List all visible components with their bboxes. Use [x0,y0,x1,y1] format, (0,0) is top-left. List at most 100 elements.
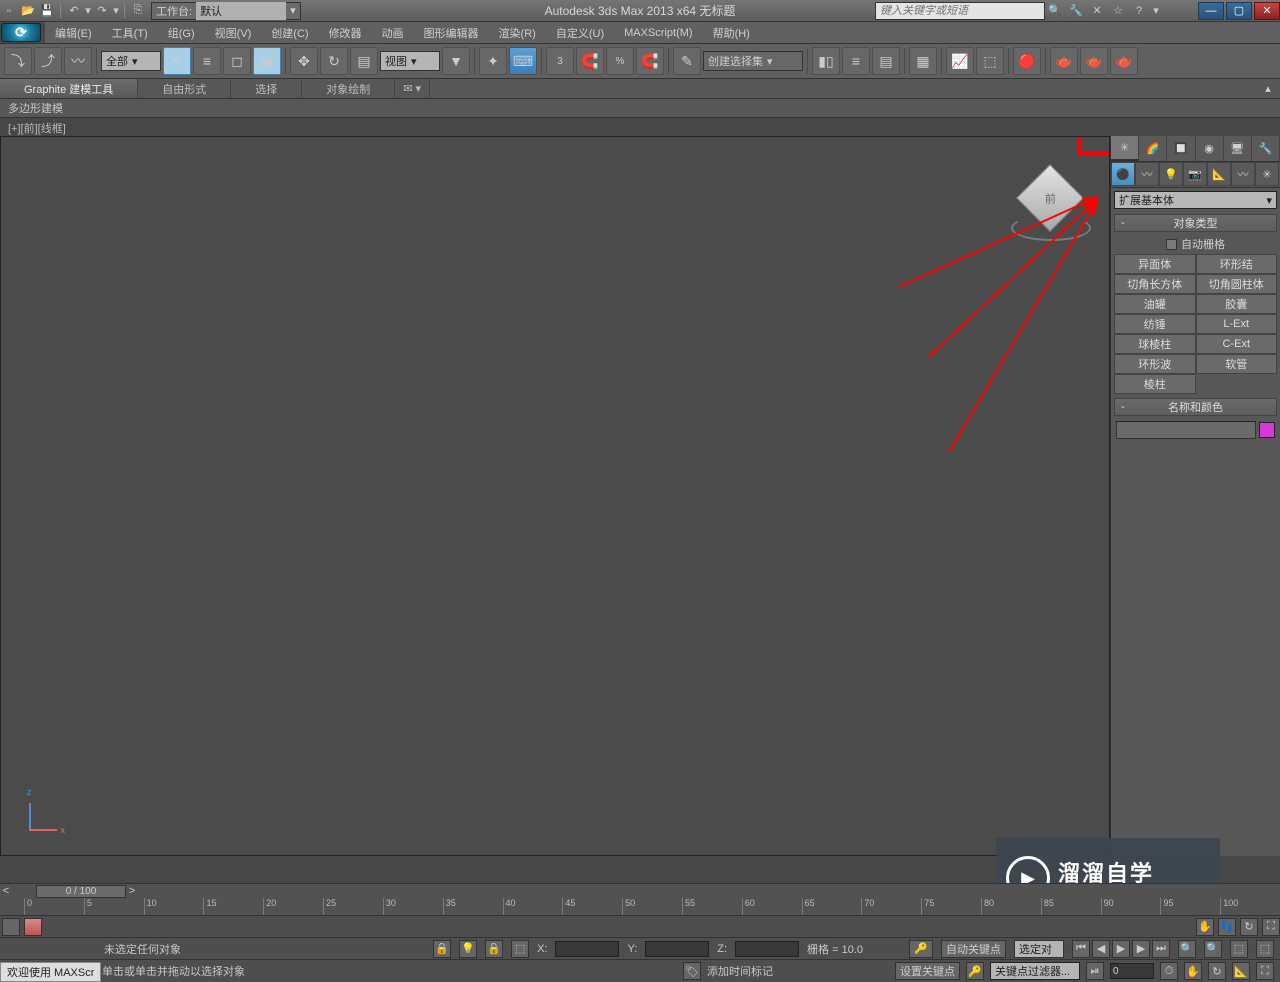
obj-gengon[interactable]: 球棱柱 [1114,334,1196,354]
zoom-all-icon[interactable]: 🔍 [1204,940,1222,958]
use-pivot-center-icon[interactable]: ▼ [442,47,470,75]
menu-animation[interactable]: 动画 [372,22,414,43]
edit-named-sel-icon[interactable]: ✎ [673,47,701,75]
help-search[interactable] [875,2,1045,20]
bind-spacewarp-icon[interactable]: 〰 [64,47,92,75]
search-icon[interactable]: 🔍 [1047,3,1063,19]
project-icon[interactable]: ⎘ [129,2,147,20]
motion-tab-icon[interactable]: ◉ [1196,136,1224,161]
ribbon-tab-selection[interactable]: 选择 [231,79,302,98]
favorite-icon[interactable]: ☆ [1110,3,1126,19]
nav-walk-icon[interactable]: 👣 [1218,918,1236,936]
menu-customize[interactable]: 自定义(U) [546,22,614,43]
angle-snap-icon[interactable]: 🧲 [576,47,604,75]
systems-cat-icon[interactable]: ✳ [1255,162,1279,186]
track-mini-curve-icon[interactable] [24,918,42,936]
absolute-transform-icon[interactable]: ⬚ [511,940,529,958]
select-object-icon[interactable]: ↖ [163,47,191,75]
obj-hedra[interactable]: 异面体 [1114,254,1196,274]
menu-group[interactable]: 组(G) [158,22,205,43]
move-icon[interactable]: ✥ [290,47,318,75]
layer-manager-icon[interactable]: ▤ [872,47,900,75]
time-slider[interactable]: 0 / 100 [36,885,126,898]
coord-y-input[interactable] [645,941,709,957]
ref-coord-dropdown[interactable]: 视图▾ [380,51,440,71]
create-tab-icon[interactable]: ✳ [1111,136,1139,161]
spinner-snap-icon[interactable]: 🧲 [636,47,664,75]
lock-selection-icon[interactable]: 🔒 [433,940,451,958]
menu-views[interactable]: 视图(V) [205,22,262,43]
exchange-icon[interactable]: ✕ [1089,3,1105,19]
rollout-name-color[interactable]: -名称和颜色 [1114,398,1277,416]
goto-end-icon[interactable]: ⏭ [1152,940,1170,958]
time-prev-icon[interactable]: < [0,885,12,897]
max-toggle-icon[interactable]: ⛶ [1256,962,1274,980]
key-mode-icon[interactable]: 🔑 [909,940,933,958]
prev-frame-icon[interactable]: ◀ [1092,940,1110,958]
current-frame-spinner[interactable]: 0 [1110,963,1154,979]
time-next-icon[interactable]: > [126,885,138,897]
nav-orbit-icon[interactable]: ↻ [1240,918,1258,936]
curve-editor-icon[interactable]: 📈 [946,47,974,75]
obj-lext[interactable]: L-Ext [1196,314,1278,334]
spacewarps-cat-icon[interactable]: 〰 [1231,162,1255,186]
undo-icon[interactable]: ↶ [65,2,83,20]
selection-lock-icon[interactable]: 🔒 [485,940,503,958]
pan2-icon[interactable]: ✋ [1184,962,1202,980]
named-selection-dropdown[interactable]: 创建选择集▾ [703,51,803,71]
autogrid-row[interactable]: 自动栅格 [1114,234,1277,254]
menu-maxscript[interactable]: MAXScript(M) [614,22,702,43]
lights-cat-icon[interactable]: 💡 [1159,162,1183,186]
window-crossing-icon[interactable]: ▣ [253,47,281,75]
menu-help[interactable]: 帮助(H) [703,22,760,43]
display-tab-icon[interactable]: 🖥 [1224,136,1252,161]
search-input[interactable] [875,2,1045,20]
obj-chamferbox[interactable]: 切角长方体 [1114,274,1196,294]
align-icon[interactable]: ≡ [842,47,870,75]
goto-start-icon[interactable]: ⏮ [1072,940,1090,958]
coord-z-input[interactable] [735,941,799,957]
key-filter-dropdown[interactable]: 关键点过滤器... [990,962,1080,980]
obj-chamfercyl[interactable]: 切角圆柱体 [1196,274,1278,294]
obj-cext[interactable]: C-Ext [1196,334,1278,354]
percent-snap-icon[interactable]: % [606,47,634,75]
scale-icon[interactable]: ▤ [350,47,378,75]
obj-prism[interactable]: 棱柱 [1114,374,1196,394]
isolate-icon[interactable]: 💡 [459,940,477,958]
track-toggle-icon[interactable] [2,918,20,936]
help-icon[interactable]: ? [1131,3,1147,19]
obj-capsule[interactable]: 胶囊 [1196,294,1278,314]
redo-dd-icon[interactable]: ▾ [112,2,120,20]
undo-dd-icon[interactable]: ▾ [84,2,92,20]
play-icon[interactable]: ▶ [1112,940,1130,958]
menu-tools[interactable]: 工具(T) [102,22,158,43]
viewport-label[interactable]: [+][前][线框] [0,118,1280,134]
shapes-cat-icon[interactable]: 〰 [1135,162,1159,186]
time-config-icon[interactable]: ⏱ [1160,962,1178,980]
zoom-icon[interactable]: 🔍 [1178,940,1196,958]
obj-torusknot[interactable]: 环形结 [1196,254,1278,274]
ribbon-tab-graphite[interactable]: Graphite 建模工具 [0,79,138,98]
ribbon-tab-freeform[interactable]: 自由形式 [138,79,231,98]
menu-grapheditors[interactable]: 图形编辑器 [414,22,489,43]
subscribe-icon[interactable]: 🔧 [1068,3,1084,19]
menu-create[interactable]: 创建(C) [261,22,318,43]
manipulate-icon[interactable]: ✦ [479,47,507,75]
minimize-button[interactable]: — [1198,2,1224,20]
ribbon-subtab-polymodel[interactable]: 多边形建模 [8,100,63,116]
maxscript-listener-tab[interactable]: 欢迎使用 MAXScr [0,962,101,982]
nav-maximize-icon[interactable]: ⛶ [1262,918,1280,936]
object-name-input[interactable] [1116,421,1256,439]
obj-oiltank[interactable]: 油罐 [1114,294,1196,314]
new-icon[interactable]: ▫ [0,2,18,20]
selection-filter-dropdown[interactable]: 全部▾ [101,51,161,71]
menu-modifiers[interactable]: 修改器 [319,22,372,43]
keyboard-shortcut-icon[interactable]: ⌨ [509,47,537,75]
viewcube[interactable]: 前 [1019,167,1081,229]
select-region-rect-icon[interactable]: ◻ [223,47,251,75]
orbit2-icon[interactable]: ↻ [1208,962,1226,980]
obj-ringwave[interactable]: 环形波 [1114,354,1196,374]
zoom-extents-all-icon[interactable]: ⬚ [1256,940,1274,958]
obj-hose[interactable]: 软管 [1196,354,1278,374]
time-config-goto-icon[interactable]: ⏯ [1086,962,1104,980]
